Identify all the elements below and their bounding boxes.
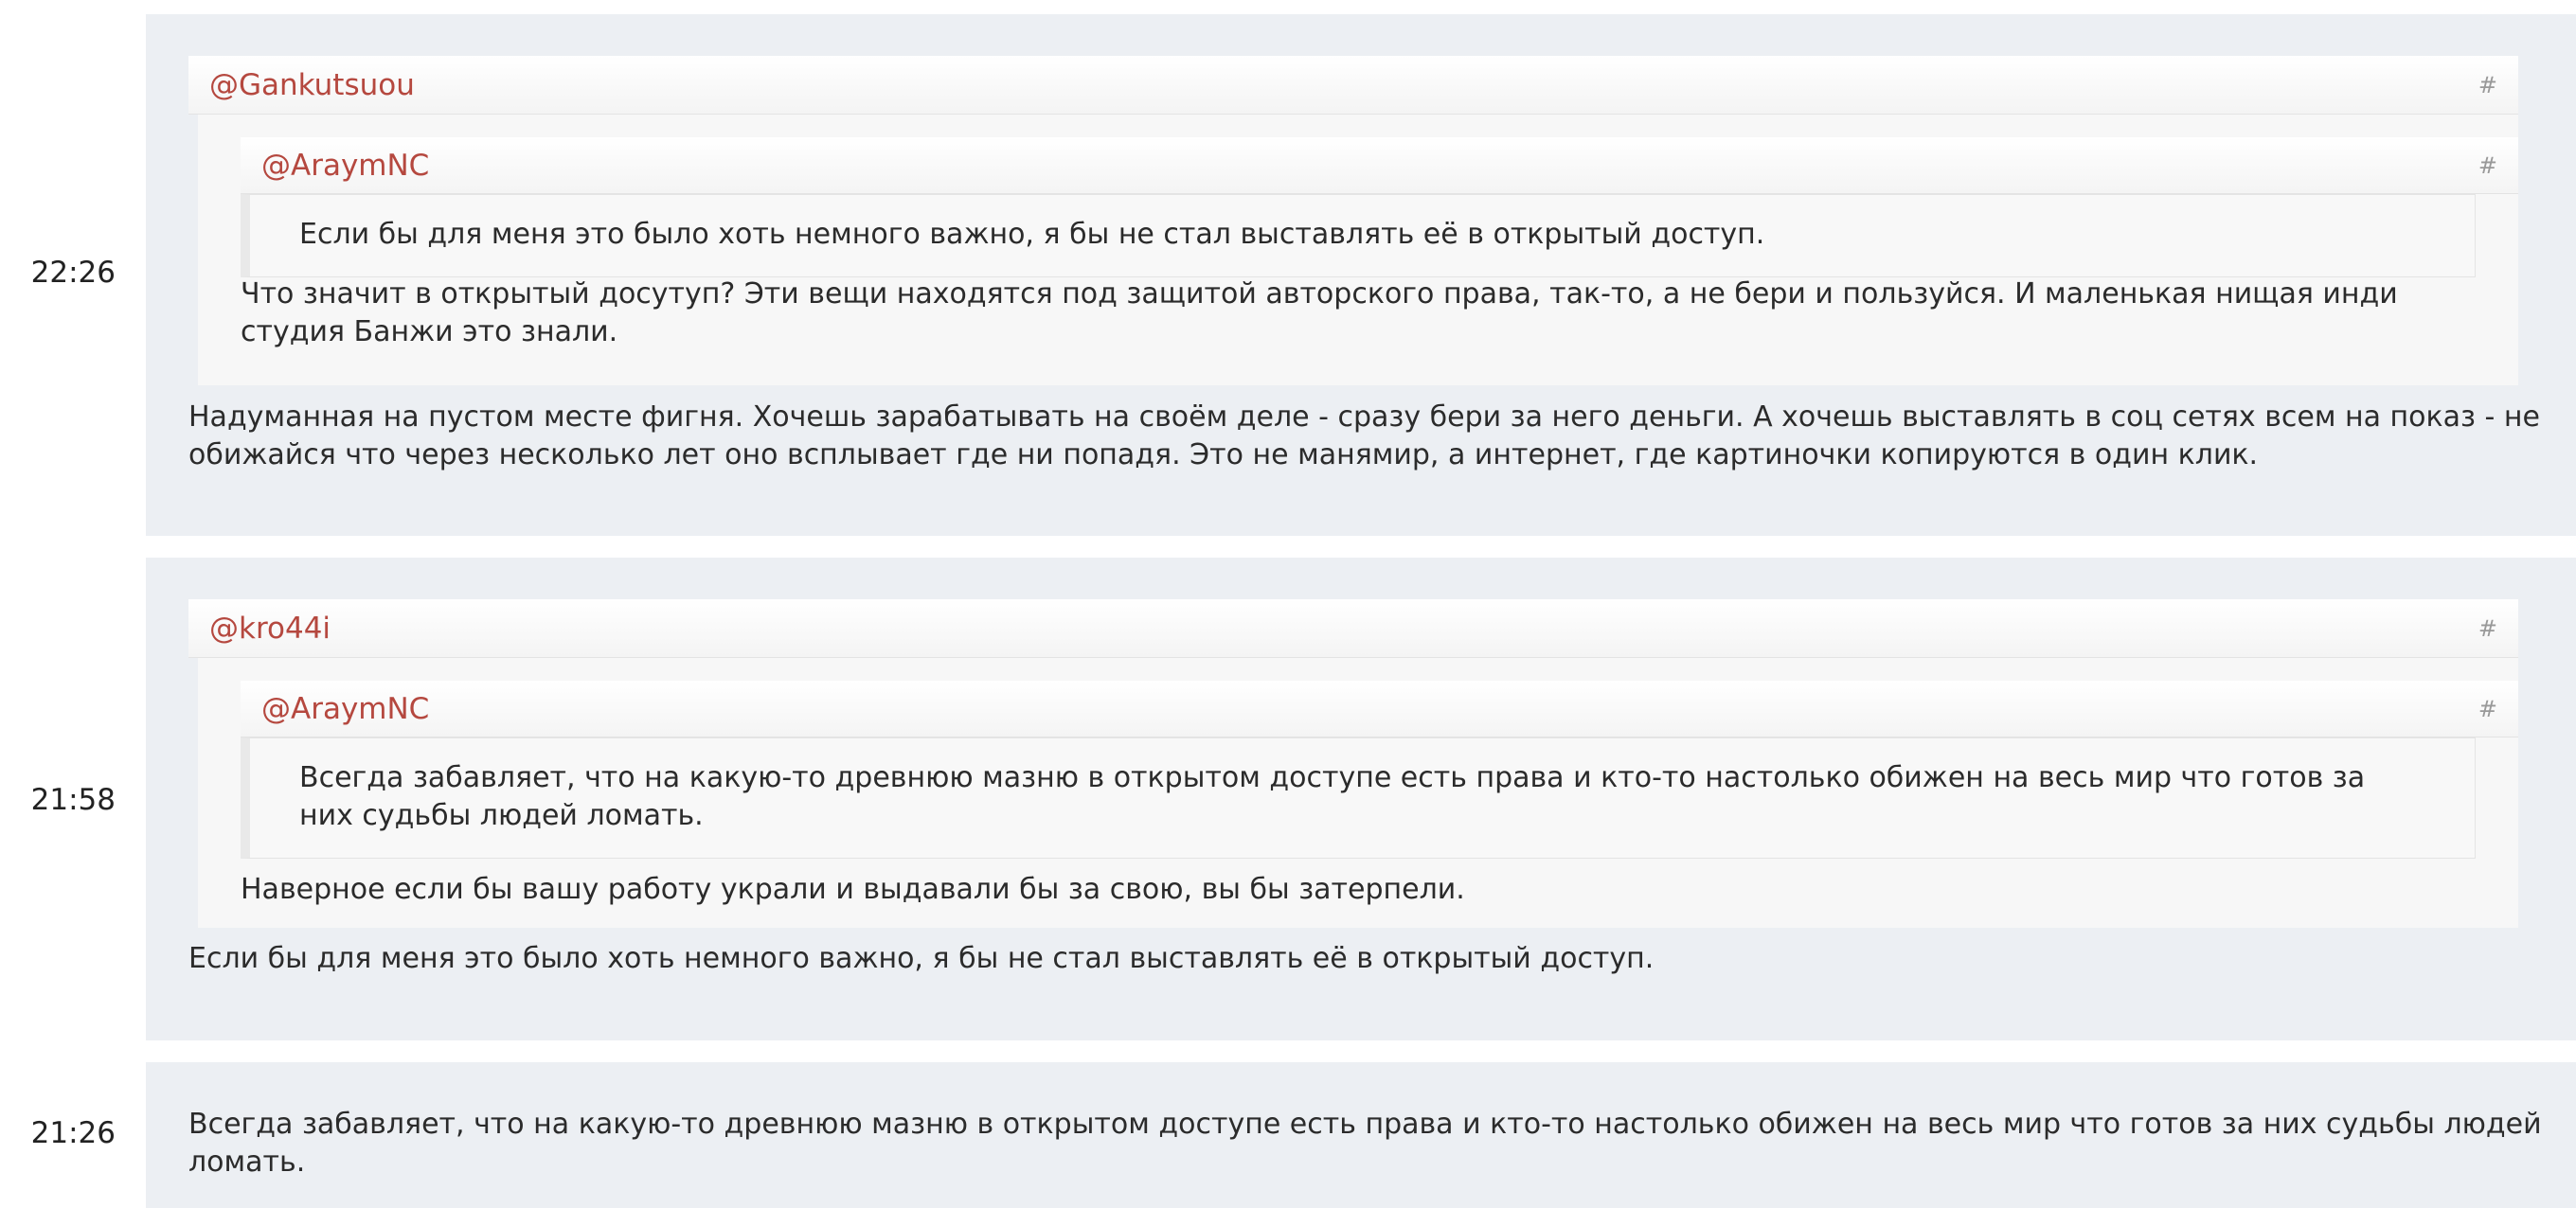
comment-panel: @kro44i # @AraymNC # Всегда забавляет, ч… [146,558,2576,1040]
comment-time: 21:26 [30,1116,116,1150]
comment-panel: Всегда забавляет, что на какую-то древню… [146,1062,2576,1208]
comment-row: 21:26 Всегда забавляет, что на какую-то … [0,1062,2576,1208]
comment-time: 21:58 [30,783,116,817]
quote-text: Наверное если бы вашу работу украли и вы… [241,873,1465,906]
comment-text: Всегда забавляет, что на какую-то древню… [188,1108,2542,1179]
comment-text: Если бы для меня это было хоть немного в… [188,942,1655,975]
comment-row: 21:58 @kro44i # @AraymNC # Всегда забавл… [0,558,2576,1040]
inner-quote-permalink-icon[interactable]: # [2478,696,2518,722]
quote-permalink-icon[interactable]: # [2478,72,2518,98]
comment-row: 22:26 @Gankutsuou # @AraymNC # Если бы д… [0,14,2576,536]
inner-quote-permalink-icon[interactable]: # [2478,152,2518,179]
comment-text: Надуманная на пустом месте фигня. Хочешь… [188,400,2540,471]
quote-text: Что значит в открытый досутуп? Эти вещи … [241,277,2398,348]
quote-header: @Gankutsuou # [188,56,2518,115]
quote-body: @AraymNC # Всегда забавляет, что на каку… [198,658,2518,928]
comment-panel: @Gankutsuou # @AraymNC # Если бы для мен… [146,14,2576,536]
inner-quote-text: Если бы для меня это было хоть немного в… [241,194,2476,277]
inner-quote-header: @AraymNC # [241,681,2518,737]
inner-quote-header: @AraymNC # [241,137,2518,194]
quote-header: @kro44i # [188,599,2518,658]
quote-body: @AraymNC # Если бы для меня это было хот… [198,115,2518,385]
inner-quote-author-link[interactable]: @AraymNC [241,692,429,726]
quote-permalink-icon[interactable]: # [2478,615,2518,642]
quote-author-link[interactable]: @Gankutsuou [188,68,415,102]
quote-author-link[interactable]: @kro44i [188,612,331,646]
comment-time: 22:26 [30,256,116,290]
inner-quote-text: Всегда забавляет, что на какую-то древню… [241,737,2476,859]
inner-quote-author-link[interactable]: @AraymNC [241,149,429,183]
